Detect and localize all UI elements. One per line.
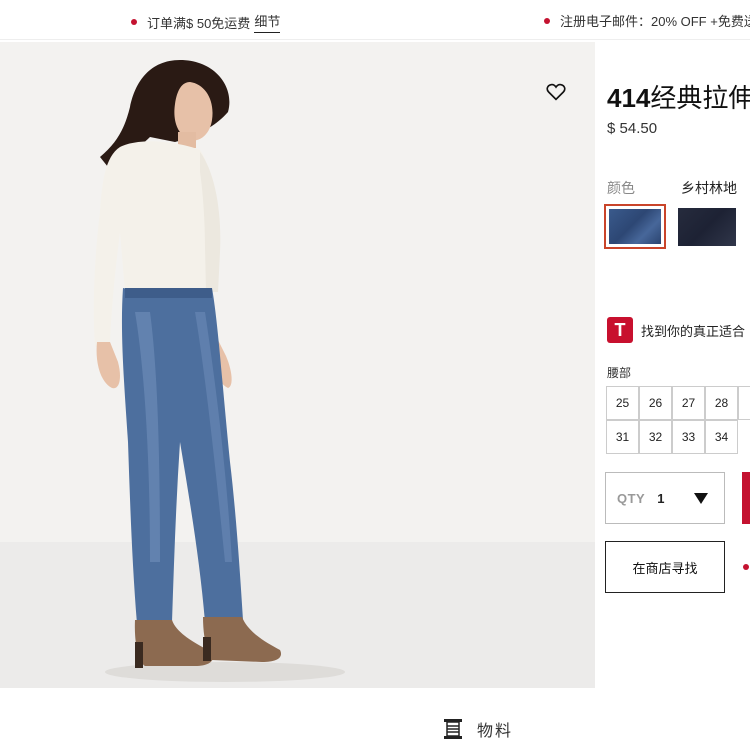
size-option[interactable]: 31 — [606, 420, 639, 454]
promo-email-text[interactable]: 注册电子邮件：20% OFF +免费送 — [560, 11, 750, 30]
promo-shipping: 订单满$ 50免运费 细节 — [131, 11, 281, 33]
materials-section-toggle[interactable]: 物料 — [443, 717, 513, 741]
size-option[interactable]: 27 — [672, 386, 705, 420]
promo-shipping-text: 订单满$ 50免运费 — [147, 15, 251, 31]
product-image[interactable] — [0, 42, 595, 688]
size-option[interactable]: 2 — [738, 386, 750, 420]
materials-label: 物料 — [477, 723, 514, 740]
quantity-select[interactable]: QTY 1 — [605, 472, 725, 524]
model-figure — [93, 60, 345, 682]
color-swatch-selected[interactable] — [604, 204, 666, 249]
product-model: 414 — [607, 83, 651, 113]
size-option[interactable]: 25 — [606, 386, 639, 420]
heart-icon[interactable] — [546, 83, 566, 101]
promo-details-link[interactable]: 细节 — [254, 11, 281, 33]
waist-label: 腰部 — [607, 366, 632, 380]
size-option[interactable]: 33 — [672, 420, 705, 454]
promo-bar: 订单满$ 50免运费 细节 注册电子邮件：20% OFF +免费送 — [0, 0, 750, 40]
size-option[interactable]: 28 — [705, 386, 738, 420]
bullet-dot-icon — [743, 564, 749, 570]
spool-icon — [444, 719, 462, 739]
chevron-down-icon — [694, 492, 708, 504]
product-name: 经典拉伸 — [650, 83, 750, 113]
color-label: 颜色 — [607, 180, 635, 196]
color-swatch-dark[interactable] — [678, 208, 736, 246]
fit-finder-link[interactable]: T 找到你的真正适合 — [607, 317, 745, 343]
size-option[interactable]: 32 — [639, 420, 672, 454]
fit-badge-icon: T — [607, 317, 633, 343]
swatch-fill — [609, 209, 661, 244]
size-option[interactable]: 26 — [639, 386, 672, 420]
find-in-store-button[interactable]: 在商店寻找 — [605, 541, 725, 593]
bullet-dot-icon — [131, 19, 137, 25]
bullet-dot-icon — [544, 17, 550, 24]
promo-email: 注册电子邮件：20% OFF +免费送 — [544, 11, 750, 30]
add-to-cart-button[interactable] — [742, 472, 750, 524]
qty-value: 1 — [657, 490, 665, 506]
product-price: $ 54.50 — [607, 120, 658, 137]
size-option[interactable]: 34 — [705, 420, 738, 454]
color-name: 乡村林地 — [681, 180, 737, 196]
fit-finder-text: 找到你的真正适合 — [641, 323, 746, 339]
product-title: 414经典拉伸 — [607, 78, 750, 115]
qty-label: QTY — [617, 490, 646, 506]
